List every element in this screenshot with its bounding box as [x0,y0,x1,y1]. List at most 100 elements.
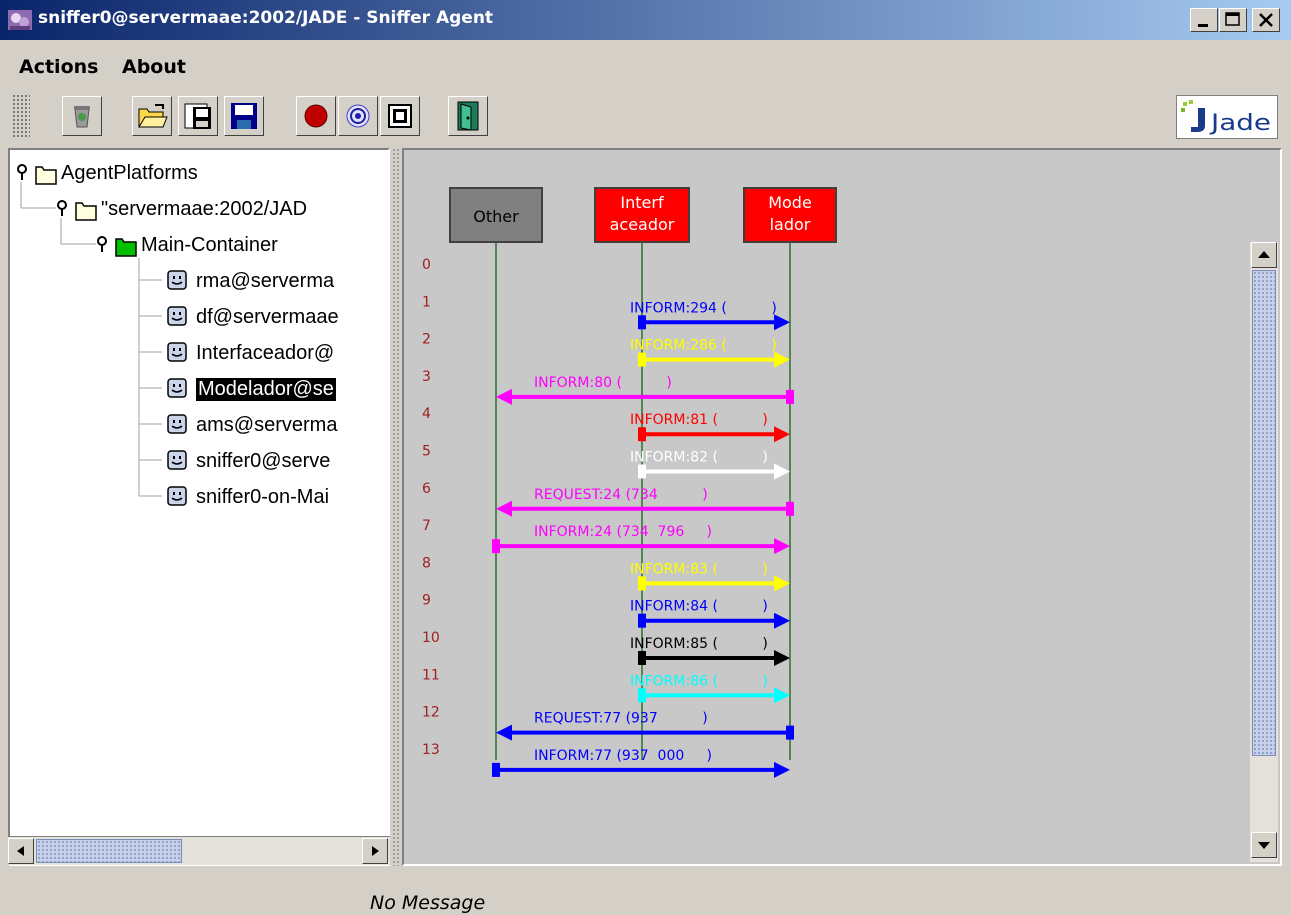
agent-icon [167,486,187,506]
message-arrow-head [774,612,790,629]
scroll-down-button[interactable] [1251,832,1277,858]
arrow-up-icon [1258,251,1270,258]
message-label: INFORM:77 (937 000 ) [534,748,712,764]
message-number: 7 [422,518,431,534]
maximize-button[interactable] [1219,8,1247,32]
menu-bar: Actions About [0,44,1291,86]
agent-name: Other [473,207,519,226]
message-sender-marker [638,427,646,442]
message-label: REQUEST:77 (937 ) [534,711,708,727]
message-sender-marker [638,315,646,330]
arrow-left-icon [17,846,24,856]
tree-item-label: df@servermaae [196,306,339,328]
message-arrow-head [496,724,512,741]
minimize-button[interactable] [1190,8,1218,32]
canvas-vertical-scrollbar[interactable] [1250,242,1278,862]
menu-actions[interactable]: Actions [19,56,98,78]
message-label: INFORM:82 ( ) [630,450,768,466]
open-button[interactable] [132,96,172,136]
message-arrow-head [774,650,790,666]
record-button[interactable] [296,96,336,136]
message-number: 2 [422,332,431,348]
save-icon [231,103,257,129]
message-sender-marker [638,651,646,665]
split-divider[interactable] [392,148,400,866]
stop-icon [388,104,412,128]
message-arrow-head [774,761,790,778]
message-arrow-head [774,575,790,592]
scroll-left-button[interactable] [8,838,34,864]
message-sender-marker [638,688,646,703]
message-label: INFORM:80 ( ) [534,375,672,391]
message-label: INFORM:294 ( ) [630,300,777,316]
message-number: 13 [422,742,440,758]
agent-name-line2: lador [770,215,811,234]
message-sender-marker [638,352,646,367]
minimize-icon [1198,24,1208,27]
agent-icon [167,342,187,362]
agent-icon [167,270,187,290]
message-number: 11 [422,667,440,683]
close-button[interactable] [1252,8,1280,32]
tree-item-label: sniffer0-on-Mai [196,486,330,508]
close-icon [1259,13,1273,27]
message-arrow-head [774,426,790,443]
message-sender-marker [492,762,500,777]
status-message: No Message [370,892,486,914]
sniffer-app-icon [8,10,32,30]
agent-icon [167,378,187,398]
tree-horizontal-scrollbar[interactable] [8,836,390,865]
maximize-icon [1225,12,1240,26]
message-sender-marker [786,501,794,516]
message-number: 6 [422,481,431,497]
exit-button[interactable] [448,96,488,136]
message-number: 8 [422,555,431,571]
clear-canvas-button[interactable] [62,96,102,136]
stop-sniff-button[interactable] [380,96,420,136]
message-arrow-head [774,463,790,480]
message-label: INFORM:24 (734 796 ) [534,524,712,540]
status-bar: No Message [0,872,1291,915]
message-arrow-head [496,388,512,405]
message-sender-marker [638,613,646,628]
message-sender-marker [786,725,794,740]
scroll-up-button[interactable] [1251,242,1277,268]
message-sender-marker [492,539,500,554]
trash-icon [74,106,90,128]
message-label: INFORM:84 ( ) [630,599,768,615]
save-button[interactable] [224,96,264,136]
toolbar-grip[interactable] [12,94,30,138]
tree-item-label: Interfaceador@ [196,342,335,364]
tree-item-label: Main-Container [141,234,278,256]
tree-scroll-thumb[interactable] [36,839,182,863]
tree-item-label: sniffer0@serve [196,450,331,472]
message-sequence-diagram: Other Interf aceador Mode lador 0 1 INFORM:294 … [422,187,837,778]
agent-icon [167,414,187,434]
canvas-scroll-thumb[interactable] [1252,270,1276,756]
sniff-icon [346,104,370,128]
agent-icon [167,450,187,470]
menu-about[interactable]: About [122,56,186,78]
agent-name-line1: Mode [768,193,812,212]
message-arrow-head [774,314,790,331]
window-title: sniffer0@servermaae:2002/JADE - Sniffer … [38,8,494,28]
message-number: 1 [422,294,431,310]
message-label: INFORM:85 ( ) [630,636,768,652]
sniff-button[interactable] [338,96,378,136]
message-arrow-head [774,538,790,555]
scroll-right-button[interactable] [362,838,388,864]
agent-tree[interactable]: AgentPlatforms "servermaae:2002/JAD Main-C… [8,148,390,866]
message-number: 3 [422,369,431,385]
message-sender-marker [638,576,646,591]
message-arrow-head [496,500,512,517]
message-arrow-head [774,351,790,368]
message-number: 4 [422,406,431,422]
message-label: INFORM:86 ( ) [630,673,768,689]
tree-item-label: ams@serverma [196,414,338,436]
sniffer-canvas[interactable]: Other Interf aceador Mode lador 0 1 INFORM:294 … [402,148,1282,866]
logo-text: Jade [1208,111,1271,136]
message-label: REQUEST:24 (734 ) [534,487,708,503]
message-label: INFORM:81 ( ) [630,412,768,428]
toolbar [0,88,1291,144]
save-snapshot-button[interactable] [178,96,218,136]
